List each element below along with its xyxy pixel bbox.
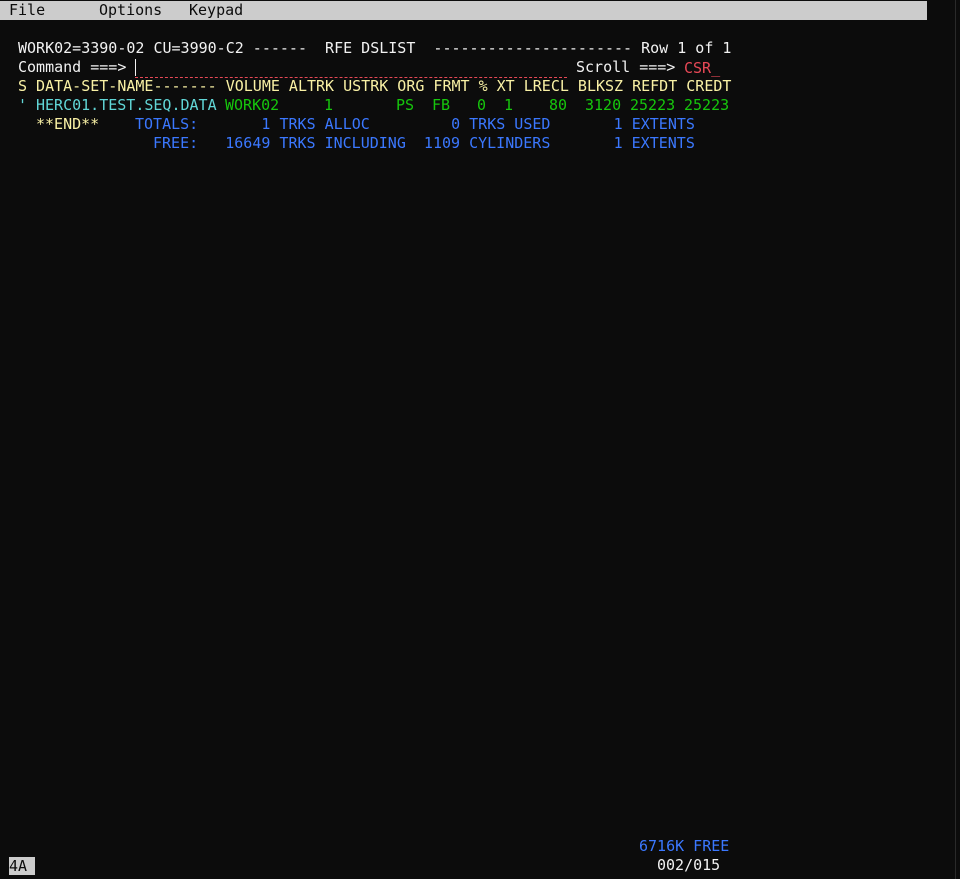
menu-file[interactable]: File bbox=[9, 1, 45, 20]
text-cursor bbox=[135, 59, 136, 76]
window-border bbox=[955, 0, 956, 879]
free-line: FREE: 16649 TRKS INCLUDING 1109 CYLINDER… bbox=[153, 134, 695, 152]
header-line: WORK02=3390-02 CU=3990-C2 ------ RFE DSL… bbox=[18, 39, 732, 57]
row-org: PS bbox=[396, 96, 415, 114]
position-indicator: 002/015 bbox=[657, 856, 721, 874]
row-xt: 1 bbox=[504, 96, 514, 114]
command-label: Command ===> bbox=[18, 58, 127, 76]
row-refdt: 25223 bbox=[630, 96, 676, 114]
row-credt: 25223 bbox=[684, 96, 730, 114]
row-volume: WORK02 bbox=[225, 96, 280, 114]
menu-bar: File Options Keypad bbox=[0, 1, 927, 20]
table-row[interactable]: ' HERC01.TEST.SEQ.DATA WORK02 1 PS FB 0 … bbox=[18, 96, 738, 115]
row-altrk: 1 bbox=[324, 96, 334, 114]
end-marker: **END** bbox=[36, 115, 100, 133]
row-dsname[interactable]: HERC01.TEST.SEQ.DATA bbox=[36, 96, 217, 115]
menu-keypad[interactable]: Keypad bbox=[189, 1, 243, 20]
row-select[interactable]: ' bbox=[18, 96, 27, 115]
totals-line: **END** TOTALS: 1 TRKS ALLOC 0 TRKS USED… bbox=[18, 115, 738, 134]
status-badge: 4A bbox=[9, 857, 36, 875]
row-blksz: 3120 bbox=[585, 96, 622, 114]
command-input[interactable] bbox=[135, 58, 567, 78]
table-header: S DATA-SET-NAME------- VOLUME ALTRK USTR… bbox=[18, 77, 732, 95]
scroll-label: Scroll ===> bbox=[576, 58, 676, 76]
row-lrecl: 80 bbox=[549, 96, 568, 114]
command-line: Command ===> Scroll ===> bbox=[18, 58, 738, 78]
row-frmt: FB bbox=[432, 96, 451, 114]
totals-text: TOTALS: 1 TRKS ALLOC 0 TRKS USED 1 EXTEN… bbox=[135, 115, 695, 133]
row-pct: 0 bbox=[477, 96, 487, 114]
scroll-input[interactable] bbox=[684, 58, 729, 77]
free-memory: 6716K FREE bbox=[639, 837, 730, 855]
menu-options[interactable]: Options bbox=[99, 1, 162, 20]
